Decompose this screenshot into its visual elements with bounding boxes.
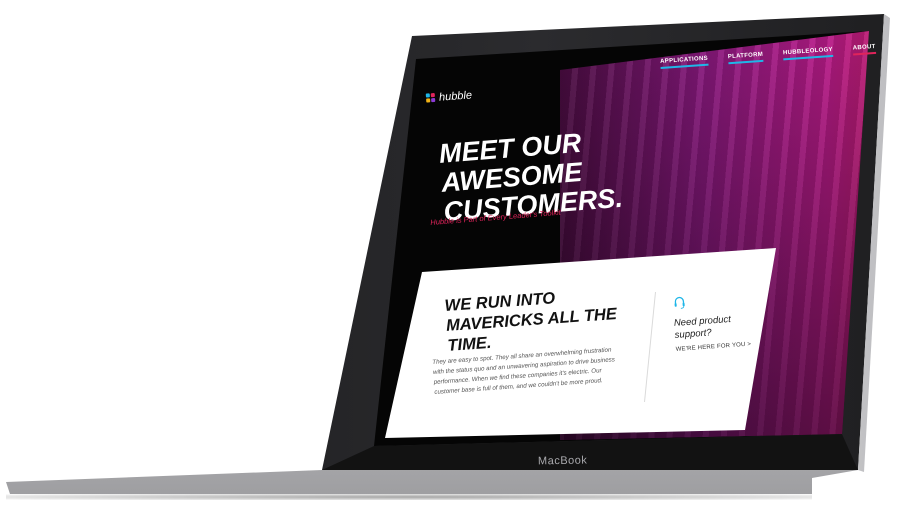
logo-text: hubble xyxy=(438,89,473,104)
hamburger-menu-icon[interactable] xyxy=(895,43,900,53)
laptop-mockup: hubble APPLICATIONS PLATFORM HUBBLEOLOGY… xyxy=(0,0,900,515)
laptop-shadow xyxy=(6,494,812,500)
device-brand-label: MacBook xyxy=(537,454,588,468)
hubble-logo-icon xyxy=(425,92,437,104)
nav-item-platform[interactable]: PLATFORM xyxy=(728,52,764,66)
support-title: Need product support? xyxy=(673,313,732,341)
nav-item-label: PLATFORM xyxy=(727,51,764,61)
support-block: Need product support? WE'RE HERE FOR YOU… xyxy=(672,290,756,353)
nav-item-underline xyxy=(853,51,877,56)
nav-item-about[interactable]: ABOUT xyxy=(853,44,877,58)
headset-icon xyxy=(674,296,685,309)
nav-item-label: ABOUT xyxy=(852,43,876,52)
nav-item-underline xyxy=(728,59,764,65)
